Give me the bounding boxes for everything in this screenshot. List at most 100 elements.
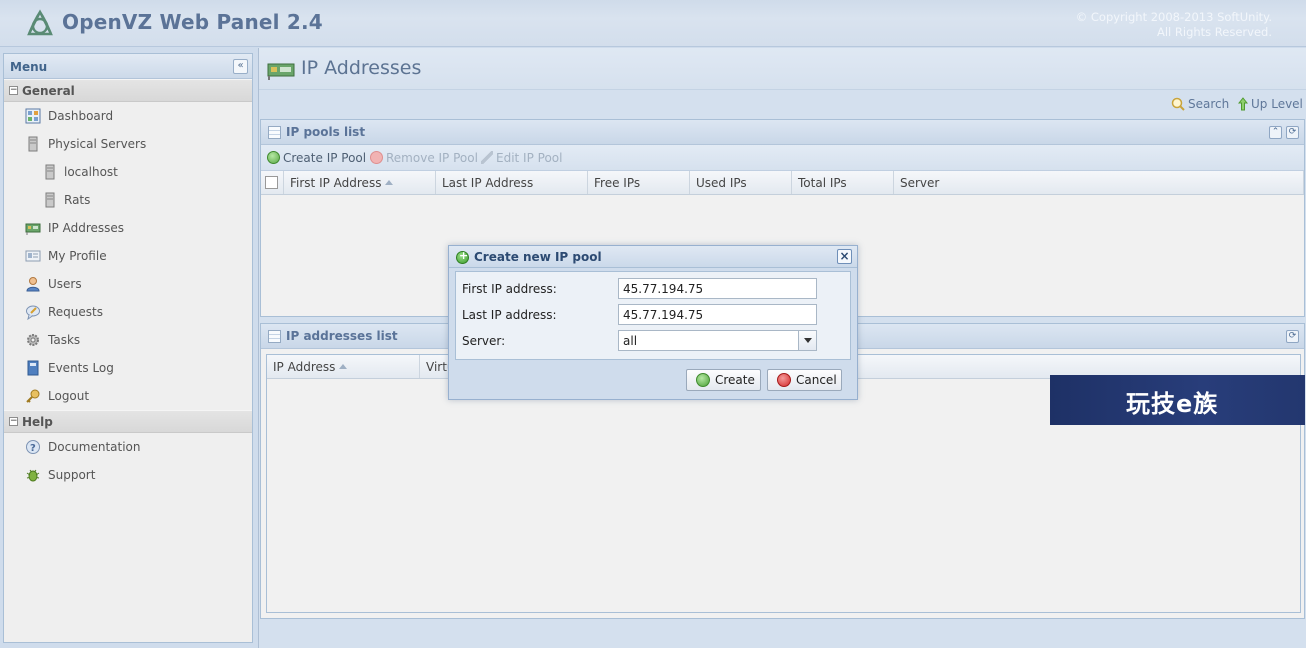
sidebar-item-label: localhost (64, 165, 118, 179)
column-first-ip[interactable]: First IP Address (284, 171, 436, 194)
collapse-toggle-icon[interactable]: − (9, 86, 18, 95)
column-last-ip[interactable]: Last IP Address (436, 171, 588, 194)
section-help[interactable]: − Help (4, 410, 252, 433)
wrench-icon (481, 151, 493, 164)
column-total-ips[interactable]: Total IPs (792, 171, 894, 194)
create-button[interactable]: Create (686, 369, 761, 391)
last-ip-row: Last IP address: 45.77.194.75 (456, 303, 850, 329)
sidebar-item-dashboard[interactable]: Dashboard (4, 102, 252, 130)
sidebar-item-label: Requests (48, 305, 103, 319)
server-icon (45, 164, 55, 180)
sidebar-item-localhost[interactable]: localhost (4, 158, 252, 186)
help-icon: ? (26, 440, 40, 454)
close-icon[interactable]: × (837, 249, 852, 264)
user-icon (26, 277, 40, 292)
sort-ascending-icon (385, 180, 394, 185)
cancel-icon (777, 373, 791, 387)
section-general[interactable]: − General (4, 79, 252, 102)
refresh-button[interactable]: ⟳ (1286, 126, 1299, 139)
sidebar-item-label: Physical Servers (48, 137, 147, 151)
server-row: Server: all (456, 329, 850, 355)
sidebar-item-rats[interactable]: Rats (4, 186, 252, 214)
grid-icon (268, 330, 281, 343)
sidebar-header: Menu « (4, 54, 252, 79)
bug-icon (26, 469, 40, 482)
sidebar-title: Menu (10, 60, 48, 74)
speech-bubble-icon (26, 305, 40, 320)
column-server[interactable]: Server (894, 171, 1304, 194)
sidebar-item-physical-servers[interactable]: Physical Servers (4, 130, 252, 158)
chevron-down-icon[interactable] (798, 331, 816, 350)
top-toolbar: Search Up Level (259, 91, 1306, 117)
column-ip-address-label: IP Address (273, 360, 336, 374)
cancel-button[interactable]: Cancel (767, 369, 842, 391)
logout-key-icon (26, 389, 40, 403)
arrow-up-icon (1238, 97, 1248, 111)
up-level-label: Up Level (1251, 97, 1303, 111)
sidebar-item-tasks[interactable]: Tasks (4, 326, 252, 354)
app-title: OpenVZ Web Panel 2.4 (62, 10, 323, 34)
add-icon (267, 151, 280, 164)
sidebar-item-documentation[interactable]: ? Documentation (4, 433, 252, 461)
sidebar-item-support[interactable]: Support (4, 461, 252, 489)
edit-ip-pool-button[interactable]: Edit IP Pool (481, 151, 562, 165)
grid-icon (268, 126, 281, 139)
sidebar-item-my-profile[interactable]: My Profile (4, 242, 252, 270)
copyright: © Copyright 2008-2013 SoftUnity. All Rig… (1076, 10, 1272, 40)
search-button[interactable]: Search (1171, 97, 1229, 111)
edit-ip-pool-label: Edit IP Pool (496, 151, 563, 165)
refresh-button[interactable]: ⟳ (1286, 330, 1299, 343)
up-level-button[interactable]: Up Level (1238, 97, 1303, 111)
remove-icon (370, 151, 383, 164)
last-ip-input[interactable]: 45.77.194.75 (618, 304, 817, 325)
network-card-icon (25, 223, 41, 235)
remove-ip-pool-button[interactable]: Remove IP Pool (370, 151, 478, 165)
sidebar-item-label: Documentation (48, 440, 141, 454)
column-ip-address[interactable]: IP Address (267, 355, 420, 378)
last-ip-label: Last IP address: (462, 308, 557, 322)
sidebar-item-logout[interactable]: Logout (4, 382, 252, 410)
section-help-label: Help (22, 415, 53, 429)
search-label: Search (1188, 97, 1230, 111)
server-selected-value: all (623, 334, 638, 348)
server-select[interactable]: all (618, 330, 817, 351)
create-ip-pool-dialog: Create new IP pool × First IP address: 4… (448, 245, 858, 400)
column-free-ips[interactable]: Free IPs (588, 171, 690, 194)
copyright-line-2: All Rights Reserved. (1156, 25, 1272, 39)
create-ip-pool-label: Create IP Pool (283, 151, 367, 165)
first-ip-row: First IP address: 45.77.194.75 (456, 277, 850, 303)
dialog-title: Create new IP pool (474, 250, 602, 264)
collapse-sidebar-button[interactable]: « (233, 59, 248, 74)
sidebar-item-ip-addresses[interactable]: IP Addresses (4, 214, 252, 242)
watermark-text: 玩技e族 (1126, 390, 1219, 418)
add-icon (456, 249, 469, 264)
create-ip-pool-button[interactable]: Create IP Pool (267, 151, 366, 165)
watermark-banner: 玩技e族 (1050, 375, 1305, 425)
cancel-button-label: Cancel (796, 373, 837, 387)
server-label: Server: (462, 334, 506, 348)
select-all-cell (261, 171, 284, 194)
collapse-panel-button[interactable]: ⌃ (1269, 126, 1282, 139)
sidebar-item-events-log[interactable]: Events Log (4, 354, 252, 382)
app-header: OpenVZ Web Panel 2.4 © Copyright 2008-20… (0, 0, 1306, 47)
ip-pools-toolbar: Create IP Pool Remove IP Pool Edit IP Po… (261, 145, 1304, 171)
sidebar-item-label: Tasks (48, 333, 81, 347)
sidebar-item-label: My Profile (48, 249, 107, 263)
sidebar-item-label: Support (48, 468, 96, 482)
first-ip-input[interactable]: 45.77.194.75 (618, 278, 817, 299)
select-all-checkbox[interactable] (265, 176, 278, 189)
ip-pools-panel-title: IP pools list (286, 125, 366, 139)
column-used-ips[interactable]: Used IPs (690, 171, 792, 194)
id-card-icon (25, 250, 41, 262)
collapse-toggle-icon[interactable]: − (9, 417, 18, 426)
sidebar-item-users[interactable]: Users (4, 270, 252, 298)
svg-text:?: ? (30, 443, 36, 454)
page-title: IP Addresses (301, 57, 422, 79)
create-button-label: Create (715, 373, 755, 387)
ip-addresses-panel-title: IP addresses list (286, 329, 398, 343)
openvz-logo-icon (27, 9, 53, 36)
sidebar-item-label: Dashboard (48, 109, 114, 123)
server-icon (28, 136, 38, 152)
first-ip-label: First IP address: (462, 282, 557, 296)
sidebar-item-requests[interactable]: Requests (4, 298, 252, 326)
